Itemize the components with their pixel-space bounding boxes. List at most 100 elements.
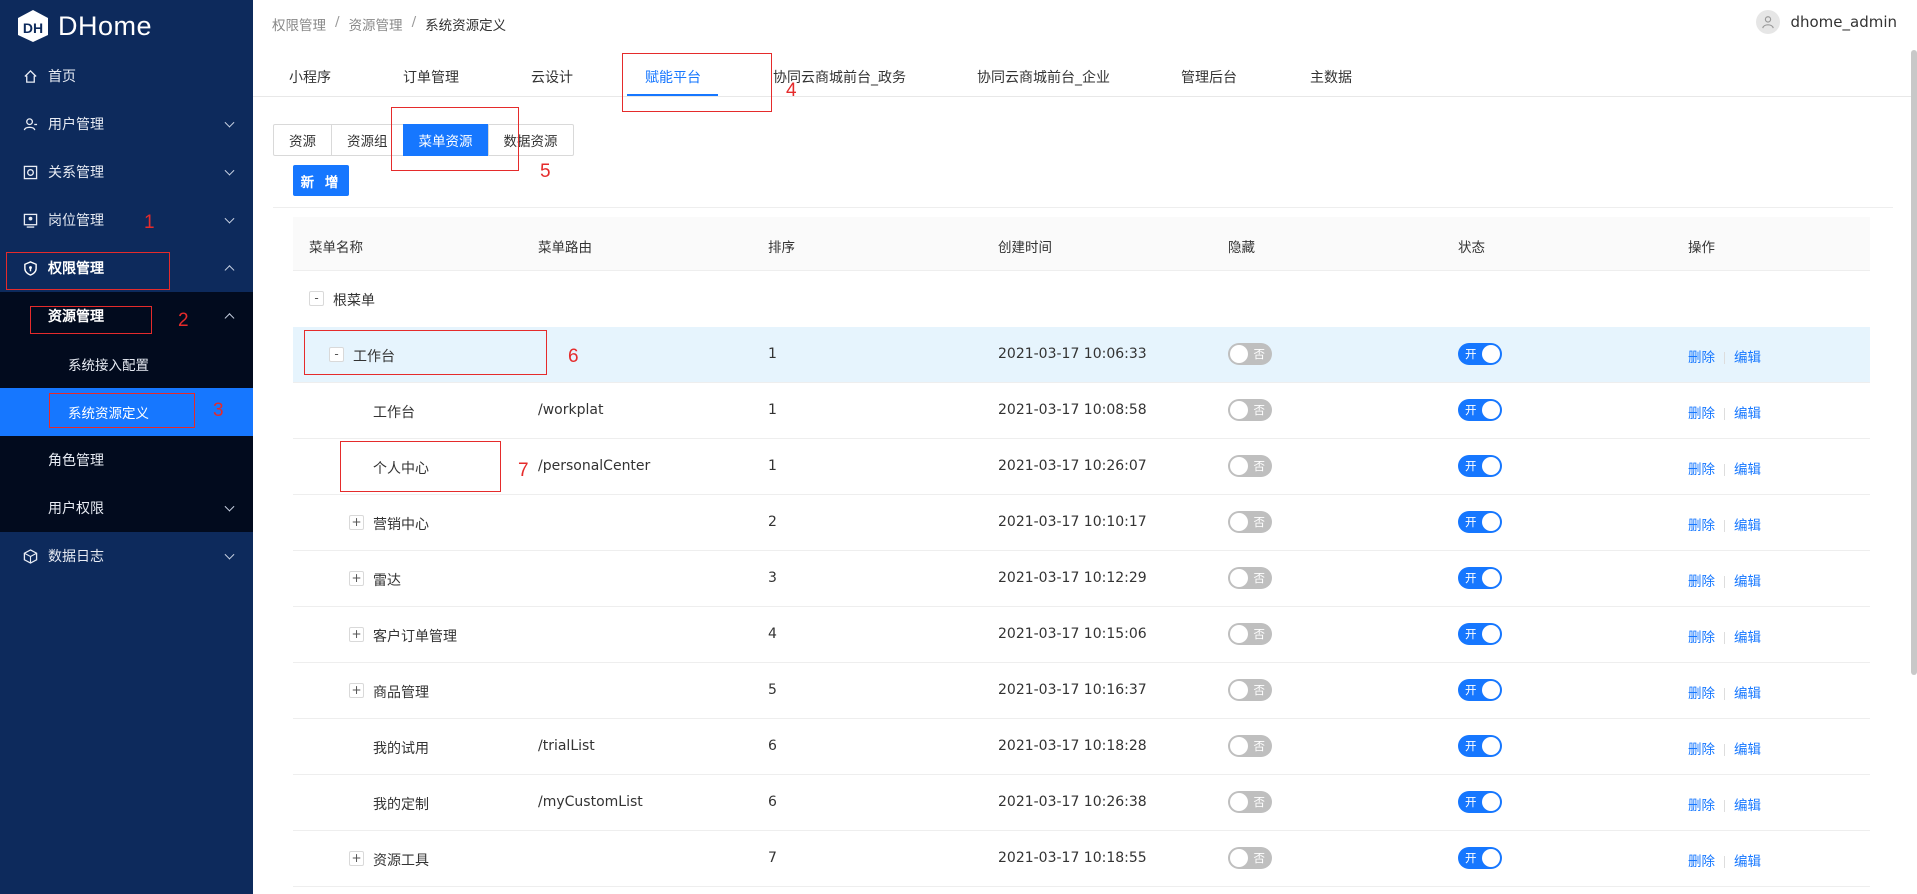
- menu-order: 4: [768, 626, 777, 642]
- sidebar-item-label: 用户权限: [48, 501, 104, 517]
- hidden-toggle[interactable]: 否: [1228, 623, 1272, 645]
- annotation-label: 2: [178, 310, 189, 331]
- scrollbar[interactable]: [1911, 50, 1917, 675]
- breadcrumb-item[interactable]: 资源管理: [349, 14, 403, 34]
- expand-button[interactable]: +: [349, 627, 364, 642]
- tab-master-data[interactable]: 主数据: [1310, 67, 1352, 87]
- action-divider: [1724, 576, 1725, 588]
- sidebar-item-home[interactable]: 首页: [0, 52, 253, 100]
- edit-link[interactable]: 编辑: [1734, 798, 1761, 814]
- segment-resource[interactable]: 资源: [273, 124, 332, 156]
- menu-order: 2: [768, 514, 777, 530]
- tab-cloud-design[interactable]: 云设计: [531, 67, 573, 87]
- status-toggle[interactable]: 开: [1458, 399, 1502, 421]
- annotation-label: 4: [786, 80, 797, 101]
- row-actions: 删除 编辑: [1688, 850, 1761, 870]
- status-toggle[interactable]: 开: [1458, 567, 1502, 589]
- status-toggle[interactable]: 开: [1458, 847, 1502, 869]
- user-icon: [22, 116, 38, 132]
- status-toggle[interactable]: 开: [1458, 791, 1502, 813]
- sidebar-item-users[interactable]: 用户管理: [0, 100, 253, 148]
- toggle-label: 开: [1465, 627, 1477, 641]
- tab-order-management[interactable]: 订单管理: [403, 67, 459, 87]
- row-actions: 删除 编辑: [1688, 626, 1761, 646]
- edit-link[interactable]: 编辑: [1734, 406, 1761, 422]
- breadcrumb-item[interactable]: 权限管理: [272, 14, 326, 34]
- column-header-route: 菜单路由: [538, 240, 592, 256]
- hidden-toggle[interactable]: 否: [1228, 735, 1272, 757]
- expand-button[interactable]: +: [349, 571, 364, 586]
- logo[interactable]: DH DHome: [0, 0, 253, 52]
- delete-link[interactable]: 删除: [1688, 518, 1715, 534]
- sidebar-item-posts[interactable]: 岗位管理: [0, 196, 253, 244]
- edit-link[interactable]: 编辑: [1734, 686, 1761, 702]
- toggle-knob: [1482, 345, 1500, 363]
- expand-button[interactable]: +: [349, 515, 364, 530]
- collapse-button[interactable]: -: [309, 291, 324, 306]
- tab-mall-enterprise[interactable]: 协同云商城前台_企业: [977, 67, 1110, 87]
- delete-link[interactable]: 删除: [1688, 686, 1715, 702]
- edit-link[interactable]: 编辑: [1734, 854, 1761, 870]
- hidden-toggle[interactable]: 否: [1228, 455, 1272, 477]
- sidebar-item-user-permissions[interactable]: 用户权限: [0, 484, 253, 532]
- sidebar-item-relations[interactable]: 关系管理: [0, 148, 253, 196]
- table-row: + 营销中心 2 2021-03-17 10:10:17 否 开 删除 编辑: [293, 495, 1870, 551]
- avatar: [1756, 10, 1781, 34]
- delete-link[interactable]: 删除: [1688, 630, 1715, 646]
- delete-link[interactable]: 删除: [1688, 574, 1715, 590]
- delete-link[interactable]: 删除: [1688, 742, 1715, 758]
- delete-link[interactable]: 删除: [1688, 798, 1715, 814]
- toggle-label: 开: [1465, 403, 1477, 417]
- tab-mini-program[interactable]: 小程序: [289, 67, 331, 87]
- status-toggle[interactable]: 开: [1458, 679, 1502, 701]
- status-toggle[interactable]: 开: [1458, 455, 1502, 477]
- hidden-toggle[interactable]: 否: [1228, 511, 1272, 533]
- sidebar-item-roles[interactable]: 角色管理: [0, 436, 253, 484]
- edit-link[interactable]: 编辑: [1734, 518, 1761, 534]
- hidden-toggle[interactable]: 否: [1228, 343, 1272, 365]
- edit-link[interactable]: 编辑: [1734, 574, 1761, 590]
- hidden-toggle[interactable]: 否: [1228, 399, 1272, 421]
- hidden-toggle[interactable]: 否: [1228, 791, 1272, 813]
- expand-button[interactable]: +: [349, 851, 364, 866]
- post-icon: [22, 212, 38, 228]
- status-toggle[interactable]: 开: [1458, 735, 1502, 757]
- delete-link[interactable]: 删除: [1688, 350, 1715, 366]
- action-divider: [1724, 688, 1725, 700]
- hidden-toggle[interactable]: 否: [1228, 679, 1272, 701]
- delete-link[interactable]: 删除: [1688, 854, 1715, 870]
- row-actions: 删除 编辑: [1688, 794, 1761, 814]
- row-actions: 删除 编辑: [1688, 346, 1761, 366]
- chevron-down-icon: [224, 213, 235, 224]
- sidebar-item-system-access[interactable]: 系统接入配置: [0, 340, 253, 388]
- status-toggle[interactable]: 开: [1458, 623, 1502, 645]
- toggle-label: 否: [1253, 683, 1266, 697]
- edit-link[interactable]: 编辑: [1734, 630, 1761, 646]
- toggle-knob: [1230, 849, 1248, 867]
- edit-link[interactable]: 编辑: [1734, 462, 1761, 478]
- add-button[interactable]: 新 增: [293, 165, 349, 196]
- delete-link[interactable]: 删除: [1688, 462, 1715, 478]
- toggle-knob: [1482, 513, 1500, 531]
- edit-link[interactable]: 编辑: [1734, 350, 1761, 366]
- status-toggle[interactable]: 开: [1458, 343, 1502, 365]
- delete-link[interactable]: 删除: [1688, 406, 1715, 422]
- expand-button[interactable]: +: [349, 683, 364, 698]
- column-header-created: 创建时间: [998, 240, 1052, 256]
- menu-name: 营销中心: [373, 517, 429, 533]
- divider: [273, 207, 1893, 208]
- annotation-box: [304, 330, 547, 375]
- tab-admin-backend[interactable]: 管理后台: [1181, 67, 1237, 87]
- hidden-toggle[interactable]: 否: [1228, 567, 1272, 589]
- action-divider: [1724, 800, 1725, 812]
- edit-link[interactable]: 编辑: [1734, 742, 1761, 758]
- status-toggle[interactable]: 开: [1458, 511, 1502, 533]
- user-menu[interactable]: dhome_admin: [1756, 10, 1897, 34]
- toggle-label: 否: [1253, 347, 1266, 361]
- toggle-label: 否: [1253, 739, 1266, 753]
- menu-order: 6: [768, 794, 777, 810]
- table-row: + 雷达 3 2021-03-17 10:12:29 否 开 删除 编辑: [293, 551, 1870, 607]
- hidden-toggle[interactable]: 否: [1228, 847, 1272, 869]
- table-row: 我的试用/trialList 6 2021-03-17 10:18:28 否 开 删除 编辑: [293, 719, 1870, 775]
- sidebar-item-data-log[interactable]: 数据日志: [0, 532, 253, 580]
